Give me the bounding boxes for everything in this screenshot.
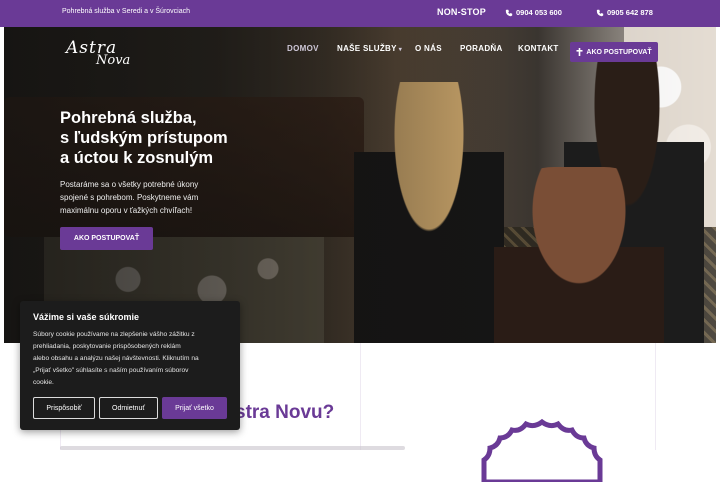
- cookie-text: Súbory cookie používame na zlepšenie váš…: [33, 329, 233, 389]
- nav-item-nase-sluzby[interactable]: NAŠE SLUŽBY ▾: [337, 44, 402, 53]
- nav-item-o-nas[interactable]: O NÁS: [415, 44, 442, 53]
- cookie-title: Vážime si vaše súkromie: [33, 312, 140, 322]
- cookie-consent-dialog: Vážime si vaše súkromie Súbory cookie po…: [20, 301, 240, 430]
- phone-link-2[interactable]: 0905 642 878: [596, 8, 653, 17]
- hero-cta-button[interactable]: AKO POSTUPOVAŤ: [60, 227, 153, 250]
- phone-link-1[interactable]: 0904 053 600: [505, 8, 562, 17]
- cookie-accept-button[interactable]: Prijať všetko: [162, 397, 227, 419]
- phone-number-1: 0904 053 600: [516, 8, 562, 17]
- cookie-text-line: cookie.: [33, 379, 54, 386]
- top-bar: Pohrebná služba v Seredi a v Šúrovciach …: [0, 0, 720, 27]
- hero-description: Postaráme sa o všetky potrebné úkony spo…: [60, 178, 235, 217]
- phone-number-2: 0905 642 878: [607, 8, 653, 17]
- cookie-text-line: alebo obsahu a analýzu našej návštevnost…: [33, 355, 199, 362]
- cookie-reject-button[interactable]: Odmietnuť: [99, 397, 158, 419]
- nav-item-poradna[interactable]: PORADŇA: [460, 44, 503, 53]
- decorative-seal-icon: [481, 418, 603, 482]
- nav-item-domov[interactable]: DOMOV: [287, 44, 319, 53]
- cookie-text-line: Súbory cookie používame na zlepšenie váš…: [33, 331, 195, 338]
- cookie-customize-button[interactable]: Prispôsobiť: [33, 397, 95, 419]
- cookie-text-line: prehliadania, poskytovanie prispôsobenýc…: [33, 343, 181, 350]
- hero-title: Pohrebná služba, s ľudským prístupom a ú…: [60, 108, 320, 168]
- hero-title-line: s ľudským prístupom: [60, 129, 228, 147]
- top-bar-tagline: Pohrebná služba v Seredi a v Šúrovciach: [62, 8, 191, 15]
- how-to-proceed-button[interactable]: AKO POSTUPOVAŤ: [570, 42, 658, 62]
- site-logo[interactable]: Astra Nova: [66, 38, 130, 68]
- column-divider: [360, 343, 361, 450]
- column-divider: [655, 343, 656, 450]
- section-title: stra Novu?: [235, 402, 335, 423]
- phone-icon: [596, 9, 604, 16]
- nav-item-label: NAŠE SLUŽBY: [337, 43, 397, 53]
- nonstop-label: NON-STOP: [437, 7, 486, 17]
- chevron-down-icon: ▾: [398, 46, 403, 53]
- nav-item-kontakt[interactable]: KONTAKT: [518, 44, 559, 53]
- cookie-text-line: „Prijať všetko" súhlasíte s naším použív…: [33, 367, 189, 374]
- hero-text-line: spojené s pohrebom. Poskytneme vám: [60, 193, 199, 202]
- logo-text-nova: Nova: [96, 53, 131, 68]
- hero-title-line: a úctou k zosnulým: [60, 149, 214, 167]
- hero-text-line: Postaráme sa o všetky potrebné úkony: [60, 180, 199, 189]
- phone-icon: [505, 9, 513, 16]
- hero-title-line: Pohrebná služba,: [60, 109, 197, 127]
- cta-label: AKO POSTUPOVAŤ: [586, 48, 652, 56]
- section-body-text: [60, 446, 405, 450]
- cross-icon: [576, 48, 583, 56]
- hero-text-line: maximálnu oporu v ťažkých chvíľach!: [60, 206, 193, 215]
